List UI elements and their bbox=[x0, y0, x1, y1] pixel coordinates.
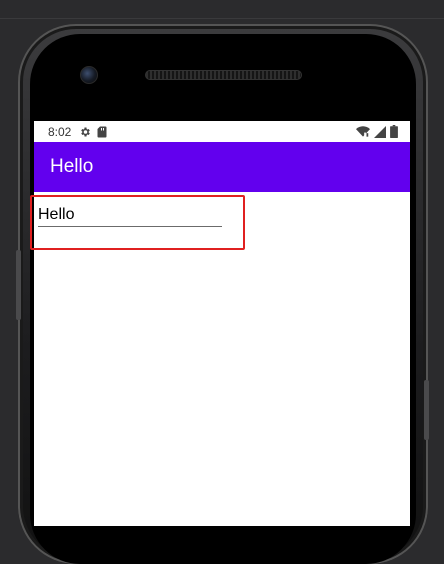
status-icons-right bbox=[356, 125, 398, 138]
cell-signal-icon bbox=[374, 125, 386, 138]
main-content bbox=[34, 192, 410, 526]
earpiece-speaker bbox=[145, 70, 302, 80]
power-button[interactable] bbox=[424, 380, 429, 440]
status-bar: 8:02 bbox=[34, 121, 410, 142]
settings-gear-icon bbox=[81, 127, 91, 136]
battery-icon bbox=[390, 125, 398, 138]
app-bar: Hello bbox=[34, 142, 410, 192]
emulator-toolbar bbox=[0, 0, 444, 19]
volume-button[interactable] bbox=[16, 250, 21, 320]
hello-edit-text[interactable] bbox=[38, 204, 222, 227]
front-camera bbox=[80, 66, 98, 84]
app-title: Hello bbox=[50, 156, 94, 177]
device-screen: 8:02 Hello bbox=[34, 121, 410, 526]
wifi-icon bbox=[356, 125, 370, 137]
status-time: 8:02 bbox=[48, 124, 72, 139]
status-icons-left bbox=[79, 126, 107, 138]
sd-card-icon bbox=[97, 126, 107, 137]
